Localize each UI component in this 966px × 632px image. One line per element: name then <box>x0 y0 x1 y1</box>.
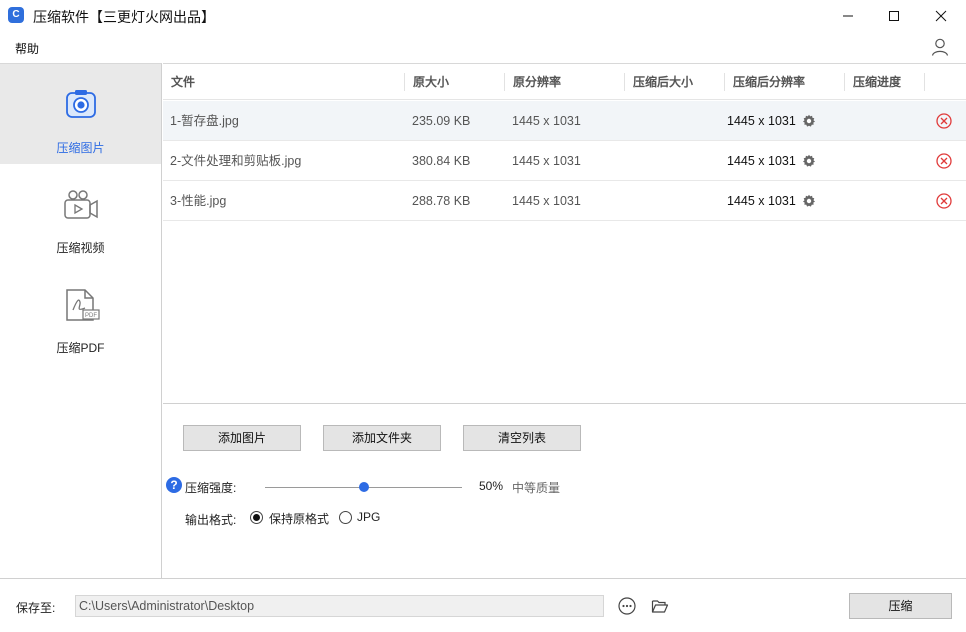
original-size: 288.78 KB <box>412 194 471 208</box>
more-options-icon[interactable] <box>618 597 636 615</box>
gear-icon[interactable] <box>802 114 816 128</box>
original-resolution: 1445 x 1031 <box>512 154 581 168</box>
format-label: 输出格式: <box>185 513 237 527</box>
title-bar: C 压缩软件【三更灯火网出品】 <box>0 0 966 32</box>
sidebar-item-label: 压缩图片 <box>56 141 105 155</box>
original-size: 380.84 KB <box>412 154 471 168</box>
sidebar-item-label: 压缩PDF <box>56 341 105 355</box>
original-resolution: 1445 x 1031 <box>512 194 581 208</box>
maximize-button[interactable] <box>871 0 917 32</box>
table-row[interactable]: 3-性能.jpg 288.78 KB 1445 x 1031 1445 x 10… <box>163 181 966 221</box>
close-button[interactable] <box>918 0 964 32</box>
menu-help[interactable]: 帮助 <box>15 40 39 57</box>
format-jpg-label[interactable]: JPG <box>357 510 380 524</box>
strength-value: 50% <box>479 479 504 493</box>
column-header-size[interactable]: 原大小 <box>413 64 449 100</box>
file-table: 文件 原大小 原分辨率 压缩后大小 压缩后分辨率 压缩进度 1-暂存盘.jpg … <box>163 64 966 404</box>
minimize-button[interactable] <box>825 0 871 32</box>
gear-icon[interactable] <box>802 154 816 168</box>
column-divider <box>724 73 725 91</box>
user-account-icon[interactable] <box>930 37 950 57</box>
compressed-resolution: 1445 x 1031 <box>727 194 796 208</box>
delete-icon[interactable] <box>936 113 952 129</box>
main-panel: 文件 原大小 原分辨率 压缩后大小 压缩后分辨率 压缩进度 1-暂存盘.jpg … <box>163 63 966 578</box>
column-divider <box>404 73 405 91</box>
format-keep-radio[interactable] <box>250 511 263 524</box>
svg-text:PDF: PDF <box>85 313 97 319</box>
compress-button[interactable]: 压缩 <box>849 593 952 619</box>
video-camera-icon <box>64 190 98 219</box>
delete-icon[interactable] <box>936 153 952 169</box>
save-path-field[interactable] <box>75 595 604 617</box>
file-name: 1-暂存盘.jpg <box>170 114 239 128</box>
column-divider <box>844 73 845 91</box>
strength-slider-thumb[interactable] <box>358 482 369 492</box>
sidebar-item-label: 压缩视频 <box>56 241 105 255</box>
quality-label: 中等质量 <box>512 481 561 495</box>
compressed-resolution: 1445 x 1031 <box>727 114 796 128</box>
open-folder-icon[interactable] <box>651 597 669 615</box>
file-name: 2-文件处理和剪贴板.jpg <box>170 154 302 168</box>
column-header-progress[interactable]: 压缩进度 <box>853 64 901 100</box>
column-divider <box>504 73 505 91</box>
column-divider <box>924 73 925 91</box>
minimize-icon <box>843 15 853 17</box>
clear-list-button[interactable]: 清空列表 <box>463 425 581 451</box>
maximize-icon <box>889 11 899 21</box>
pdf-file-icon: PDF <box>66 289 100 321</box>
add-folder-button[interactable]: 添加文件夹 <box>323 425 441 451</box>
menu-bar: 帮助 <box>0 32 966 62</box>
column-header-compressed-size[interactable]: 压缩后大小 <box>633 64 693 100</box>
app-logo-icon: C <box>8 7 24 23</box>
strength-label: 压缩强度: <box>185 481 237 495</box>
original-size: 235.09 KB <box>412 114 471 128</box>
table-header: 文件 原大小 原分辨率 压缩后大小 压缩后分辨率 压缩进度 <box>163 64 966 100</box>
column-divider <box>624 73 625 91</box>
table-row[interactable]: 2-文件处理和剪贴板.jpg 380.84 KB 1445 x 1031 144… <box>163 141 966 181</box>
column-header-compressed-resolution[interactable]: 压缩后分辨率 <box>733 64 805 100</box>
original-resolution: 1445 x 1031 <box>512 114 581 128</box>
window-title: 压缩软件【三更灯火网出品】 <box>33 9 215 25</box>
sidebar-item-compress-video[interactable]: 压缩视频 <box>0 164 161 264</box>
compressed-resolution: 1445 x 1031 <box>727 154 796 168</box>
format-keep-label[interactable]: 保持原格式 <box>269 510 329 527</box>
help-icon[interactable]: ? <box>166 477 182 493</box>
delete-icon[interactable] <box>936 193 952 209</box>
file-name: 3-性能.jpg <box>170 194 227 208</box>
sidebar-item-compress-pdf[interactable]: PDF 压缩PDF <box>0 264 161 364</box>
close-icon <box>935 10 947 22</box>
format-jpg-radio[interactable] <box>339 511 352 524</box>
image-compress-icon <box>66 90 96 118</box>
save-to-label: 保存至: <box>16 601 56 615</box>
add-image-button[interactable]: 添加图片 <box>183 425 301 451</box>
sidebar: 压缩图片 压缩视频 PDF 压缩PDF <box>0 63 162 578</box>
table-row[interactable]: 1-暂存盘.jpg 235.09 KB 1445 x 1031 1445 x 1… <box>163 101 966 141</box>
gear-icon[interactable] <box>802 194 816 208</box>
column-header-file[interactable]: 文件 <box>171 64 195 100</box>
sidebar-item-compress-image[interactable]: 压缩图片 <box>0 64 161 164</box>
column-header-resolution[interactable]: 原分辨率 <box>513 64 561 100</box>
footer-bar: 保存至: 压缩 <box>0 578 966 632</box>
